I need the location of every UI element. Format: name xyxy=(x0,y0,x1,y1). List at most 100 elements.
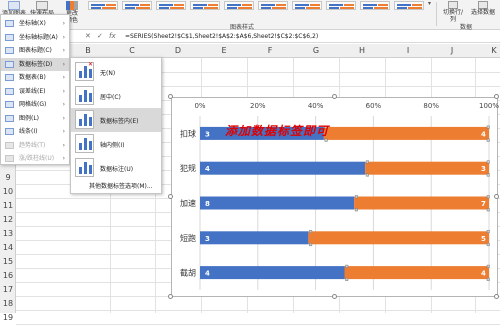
row-number[interactable]: 12 xyxy=(0,215,16,224)
row-number[interactable]: 11 xyxy=(0,201,16,210)
chart-style-thumb-10[interactable] xyxy=(394,1,424,10)
select-data-button[interactable]: 选择数据 xyxy=(470,1,496,16)
row-number[interactable]: 14 xyxy=(0,243,16,252)
switch-row-column-label: 切换行/列 xyxy=(442,9,464,23)
data-label-option-callout[interactable]: 数据标注(U) xyxy=(71,156,161,180)
bar-series1[interactable] xyxy=(200,161,366,175)
chart-resize-handle[interactable] xyxy=(168,94,173,99)
row-number[interactable]: 9 xyxy=(0,173,16,182)
bar-series1[interactable] xyxy=(200,196,355,210)
column-header-i[interactable]: I xyxy=(398,46,418,55)
enter-icon[interactable]: ✓ xyxy=(97,32,103,40)
row-number[interactable]: 15 xyxy=(0,257,16,266)
bar-chart[interactable]: 0% 20% 40% 60% 80% 100% 3 4 扣球 4 3 犯规 8 7 加速 3 5 短跑 4 4 截胡 xyxy=(172,98,499,298)
column-header-d[interactable]: D xyxy=(168,46,188,55)
chart-style-thumb-4[interactable] xyxy=(190,1,220,10)
data-table-icon xyxy=(5,74,14,81)
data-label-none-icon: ✕ xyxy=(75,61,94,81)
menu-item-label: 坐标轴标题(A) xyxy=(19,33,58,41)
column-header-h[interactable]: H xyxy=(352,46,372,55)
menu-item-data-label[interactable]: 数据标签(D) › xyxy=(1,57,69,71)
column-header-j[interactable]: J xyxy=(442,46,462,55)
data-label-option-center[interactable]: 居中(C) xyxy=(71,84,161,108)
chart-resize-handle[interactable] xyxy=(494,94,499,99)
switch-row-column-button[interactable]: 切换行/列 xyxy=(440,1,466,23)
chart-resize-handle[interactable] xyxy=(168,294,173,299)
menu-item-label: 网格线(G) xyxy=(19,101,47,108)
menu-item-lines[interactable]: 线条(I) › xyxy=(1,125,69,138)
cancel-icon[interactable]: ✕ xyxy=(85,32,91,40)
x-tick-label: 80% xyxy=(423,102,439,110)
row-number[interactable]: 13 xyxy=(0,229,16,238)
bar-series2[interactable] xyxy=(344,266,490,280)
chart-style-thumb-7[interactable] xyxy=(292,1,322,10)
formula-input[interactable]: =SERIES(Sheet2!$C$1,Sheet2!$A$2:$A$6,She… xyxy=(125,33,318,40)
category-label: 犯规 xyxy=(180,163,196,173)
chart-resize-handle[interactable] xyxy=(494,294,499,299)
bar-series2[interactable] xyxy=(354,196,489,210)
submenu-arrow-icon: › xyxy=(62,87,65,95)
chart-resize-handle[interactable] xyxy=(168,194,173,199)
chart-resize-handle[interactable] xyxy=(331,94,337,99)
chart-style-thumb-8[interactable] xyxy=(326,1,356,10)
data-label-series1[interactable]: 3 xyxy=(205,235,210,243)
data-label-option-none[interactable]: ✕ 无(N) xyxy=(71,60,161,84)
data-label-series1[interactable]: 8 xyxy=(205,200,210,208)
data-label-option-inside-base[interactable]: 轴内侧(I) xyxy=(71,132,161,156)
menu-item-error-bar[interactable]: 误差线(E) › xyxy=(1,85,69,98)
styles-scroll-arrow-icon[interactable]: ▾ xyxy=(428,0,434,14)
menu-item-legend[interactable]: 图例(L) › xyxy=(1,112,69,125)
chart-style-thumb-3[interactable] xyxy=(156,1,186,10)
bar-series2[interactable] xyxy=(308,231,489,245)
menu-item-axis-title[interactable]: 坐标轴标题(A) › xyxy=(1,31,69,44)
row-number[interactable]: 19 xyxy=(0,313,16,322)
x-tick-label: 40% xyxy=(308,102,324,110)
series-selection-handle xyxy=(486,173,490,177)
data-label-series2[interactable]: 4 xyxy=(481,270,486,278)
grid-hline xyxy=(16,310,500,311)
data-label-option-label: 数据标注(U) xyxy=(100,166,134,173)
chart-resize-handle[interactable] xyxy=(331,294,337,299)
data-label-center-icon xyxy=(75,86,94,105)
series-selection-handle xyxy=(354,208,358,212)
data-label-series1[interactable]: 3 xyxy=(205,130,210,138)
bar-series1[interactable] xyxy=(200,266,345,280)
column-header-c[interactable]: C xyxy=(122,46,142,55)
switch-row-column-icon xyxy=(448,1,458,9)
bar-series2[interactable] xyxy=(365,161,489,175)
data-label-series2[interactable]: 3 xyxy=(481,165,486,173)
menu-item-axis[interactable]: 坐标轴(X) › xyxy=(1,17,69,30)
column-header-k[interactable]: K xyxy=(484,46,500,55)
row-number[interactable]: 18 xyxy=(0,299,16,308)
menu-item-gridline[interactable]: 网格线(G) › xyxy=(1,98,69,111)
more-data-label-options[interactable]: 其他数据标签选项(M)... xyxy=(71,180,161,193)
data-label-series1[interactable]: 4 xyxy=(205,165,210,173)
bar-series2[interactable] xyxy=(323,126,489,140)
chart-style-thumb-2[interactable] xyxy=(122,1,152,10)
column-header-e[interactable]: E xyxy=(214,46,234,55)
chart-style-thumb-9[interactable] xyxy=(360,1,390,10)
row-number[interactable]: 10 xyxy=(0,187,16,196)
data-label-series2[interactable]: 7 xyxy=(481,200,486,208)
column-header-b[interactable]: B xyxy=(78,46,98,55)
annotation-text: 添加数据标签即可 xyxy=(225,124,330,138)
data-label-option-inside-end[interactable]: 数据标签内(E) xyxy=(71,108,161,132)
chart-style-thumb-5[interactable] xyxy=(224,1,254,10)
bar-series1[interactable] xyxy=(200,231,309,245)
row-number[interactable]: 17 xyxy=(0,285,16,294)
chart-area[interactable]: 0% 20% 40% 60% 80% 100% 3 4 扣球 4 3 犯规 8 7 加速 3 5 短跑 4 4 截胡 xyxy=(171,97,499,298)
column-header-f[interactable]: F xyxy=(260,46,280,55)
menu-item-data-table[interactable]: 数据表(B) › xyxy=(1,71,69,84)
submenu-arrow-icon: › xyxy=(62,74,65,81)
data-label-series2[interactable]: 5 xyxy=(481,235,486,243)
column-header-g[interactable]: G xyxy=(306,46,326,55)
chart-resize-handle[interactable] xyxy=(494,194,499,199)
row-number[interactable]: 16 xyxy=(0,271,16,280)
chart-style-thumb-1[interactable] xyxy=(88,1,118,10)
chart-style-thumb-6[interactable] xyxy=(258,1,288,10)
data-label-series2[interactable]: 4 xyxy=(481,130,486,138)
insert-function-icon[interactable]: fx xyxy=(109,32,116,40)
menu-item-chart-title[interactable]: 图表标题(C) › xyxy=(1,44,69,57)
data-label-series1[interactable]: 4 xyxy=(205,270,210,278)
select-data-label: 选择数据 xyxy=(470,9,495,16)
